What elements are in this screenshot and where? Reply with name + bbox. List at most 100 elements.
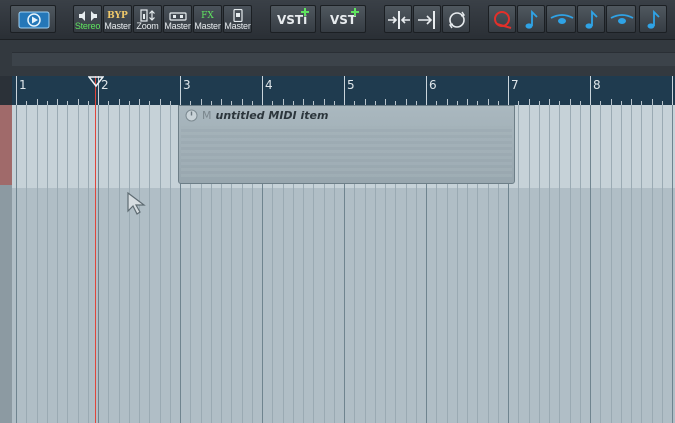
grid-beat-line [600,105,601,423]
grid-beat-line [631,105,632,423]
master-label: Master [224,21,251,31]
record-loop-icon [494,11,512,29]
ruler-bar-line [262,76,263,105]
timeline-scroll-strip[interactable] [12,52,675,66]
grid-beat-line [160,105,161,423]
grid-beat-line [26,105,27,423]
master-label: Master [194,21,221,31]
ruler-bar-number: 4 [265,78,273,92]
grid-beat-line [611,105,612,423]
ruler-bar-line [590,76,591,105]
master-label: Master [104,21,131,31]
track-selected-indicator [0,105,12,185]
grid-beat-line [559,105,560,423]
split-icon [388,11,410,29]
grid-beat-line [652,105,653,423]
split-button[interactable] [384,5,412,33]
bypass-master-button[interactable]: BYP Master [103,5,132,33]
grid-beat-line [170,105,171,423]
zoom-button[interactable]: Zoom [133,5,162,33]
grid-beat-line [37,105,38,423]
ruler-bar-line [16,76,17,105]
grid-beat-line [580,105,581,423]
grid-beat-line [518,105,519,423]
zoom-label: Zoom [136,21,159,31]
master-fader-button[interactable]: Master [223,5,252,33]
ruler-bar-number: 6 [429,78,437,92]
grid-beat-line [57,105,58,423]
midi-item-content [181,126,512,177]
vsti-button[interactable]: VSTi [270,5,316,33]
master-label: Master [164,21,191,31]
loop-button[interactable] [442,5,470,33]
tied-note-icon [550,14,574,24]
playhead-marker-icon[interactable] [88,76,104,88]
grid-bar-line [672,105,673,423]
daw-window: Stereo BYP Master Zoom Master FX Master [0,0,675,423]
grid-beat-line [47,105,48,423]
arrow-to-line-icon [418,11,435,29]
grid-bar-line [590,105,591,423]
ruler-bar-number: 1 [19,78,27,92]
timeline-ruler[interactable]: 123456789 [12,76,675,105]
grid-beat-line [662,105,663,423]
main-toolbar: Stereo BYP Master Zoom Master FX Master [0,0,675,40]
move-to-cursor-button[interactable] [413,5,441,33]
tie-note-button-2[interactable] [606,5,636,33]
ruler-bar-line [344,76,345,105]
mouse-pointer-icon [127,192,146,215]
record-loop-button[interactable] [488,5,516,33]
playhead-line [95,76,96,423]
fx-master-button[interactable]: FX Master [193,5,222,33]
ruler-bar-number: 7 [511,78,519,92]
midi-item-name: untitled MIDI item [215,109,329,122]
vst-button[interactable]: VST [320,5,366,33]
fx-label: FX [201,10,214,21]
music-note-icon [647,9,660,29]
ruler-bar-number: 3 [183,78,191,92]
ruler-bar-line [508,76,509,105]
grid-beat-line [88,105,89,423]
grid-beat-line [129,105,130,423]
byp-label: BYP [107,10,128,21]
plus-icon [301,8,309,16]
track-panel-edge[interactable] [0,105,12,423]
transport-play-button[interactable] [10,5,56,33]
grid-beat-line [149,105,150,423]
grid-beat-line [549,105,550,423]
grid-beat-line [139,105,140,423]
grid-bar-line [98,105,99,423]
grid-beat-line [108,105,109,423]
plus-icon [351,8,359,16]
play-icon [18,11,50,29]
stereo-button[interactable]: Stereo [73,5,102,33]
grid-beat-line [119,105,120,423]
ruler-bar-number: 5 [347,78,355,92]
grid-beat-line [539,105,540,423]
note-button-3[interactable] [639,5,667,33]
grid-beat-line [570,105,571,423]
grid-beat-line [529,105,530,423]
music-note-icon [585,9,598,29]
toolbar-spacer [0,40,675,76]
power-icon[interactable] [185,109,198,122]
master-io-button[interactable]: Master [163,5,192,33]
ruler-bar-number: 8 [593,78,601,92]
note-button-2[interactable] [577,5,605,33]
grid-bar-line [16,105,17,423]
ruler-bar-line [672,76,673,105]
music-note-icon [525,9,538,29]
grid-beat-line [621,105,622,423]
mute-label[interactable]: M [202,109,212,122]
tie-note-button-1[interactable] [546,5,576,33]
ruler-bar-line [180,76,181,105]
loop-icon [448,11,466,29]
midi-item[interactable]: M untitled MIDI item [178,105,515,184]
grid-beat-line [67,105,68,423]
note-button-1[interactable] [517,5,545,33]
tied-note-icon [610,14,634,24]
grid-beat-line [78,105,79,423]
stereo-label: Stereo [74,21,101,31]
arrange-view[interactable]: M untitled MIDI item [12,105,675,423]
ruler-bar-line [426,76,427,105]
